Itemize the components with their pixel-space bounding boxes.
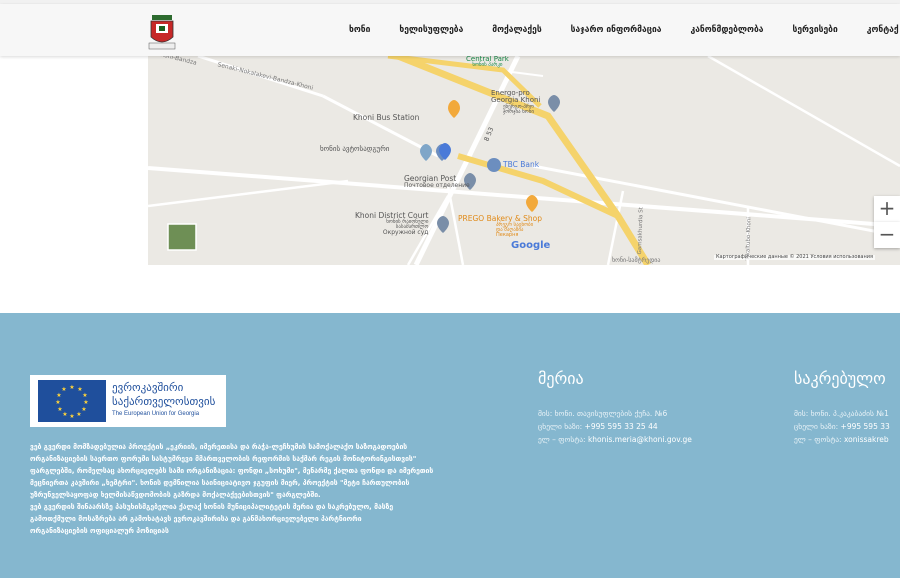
svg-text:★: ★ — [69, 384, 74, 391]
main-nav: ხონი ხელისუფლება მოქალაქეს საჯარო ინფორმ… — [349, 4, 900, 56]
map-label-energo[interactable]: Energo-pro Georgia Khoni ენერგო-პრო ჯორჯ… — [491, 89, 540, 115]
google-logo: Google — [511, 240, 551, 251]
svg-text:★: ★ — [56, 392, 61, 399]
eu-subtitle: The European Union for Georgia — [112, 411, 200, 417]
site-footer: ★ ★ ★ ★ ★ ★ ★ ★ ★ ★ ★ ★ ევროკავშირი საქართველოსთ… — [0, 313, 900, 578]
svg-text:★: ★ — [57, 406, 62, 413]
map-label-court[interactable]: Khoni District Court ხონის რაიონული სასა… — [355, 212, 428, 237]
eu-title-line1: ევროკავშირი — [112, 381, 184, 394]
disclaimer-line: ორგანიზაციების ოფიციალურ პოზიციას — [30, 527, 169, 535]
map-label-post[interactable]: Georgian Post Почтовое отделение — [404, 175, 470, 189]
svg-text:★: ★ — [82, 392, 87, 399]
meria-phone-label: ცხელი ხაზი: — [538, 422, 583, 431]
svg-text:★: ★ — [69, 413, 74, 420]
map-label-street-3: ხონი-სამტრედია — [612, 257, 661, 264]
map-attribution[interactable]: Картографические данные © 2021 Условия и… — [714, 254, 876, 261]
meria-email-label: ელ – ფოსტა: — [538, 435, 586, 444]
central-park-name-geo: ხონის პარკი — [472, 62, 503, 69]
disclaimer-line: ორგანიზაციების საერთო ფორუმი სასტუმრევი … — [30, 455, 417, 463]
eu-flag-icon: ★ ★ ★ ★ ★ ★ ★ ★ ★ ★ ★ ★ — [38, 380, 106, 422]
sakrebulo-address: მის: ხონი. პ.კაკაბაძის №1 — [794, 409, 889, 418]
svg-text:★: ★ — [62, 411, 67, 418]
map-label-bus-station[interactable]: Khoni Bus Station — [353, 114, 419, 122]
svg-text:★: ★ — [76, 411, 81, 418]
disclaimer-line: მეცნიერთა კავშირი „ხემტრი". ხონის დემნილ… — [30, 479, 410, 487]
disclaimer-line: ფარგლებში, რომელსაც ახორციელებს სამი ორგ… — [30, 467, 434, 475]
nav-government[interactable]: ხელისუფლება — [399, 25, 463, 35]
sakrebulo-email-label: ელ – ფოსტა: — [794, 435, 842, 444]
disclaimer-line: ვებ გვერდი მომზადებულია პროექტის „ეკრიის… — [30, 443, 408, 451]
eu-badge[interactable]: ★ ★ ★ ★ ★ ★ ★ ★ ★ ★ ★ ★ ევროკავშირი საქართველოსთ… — [30, 375, 226, 427]
site-header: ხონი ხელისუფლება მოქალაქეს საჯარო ინფორმ… — [0, 4, 900, 56]
map-label-tbc[interactable]: TBC Bank — [503, 161, 539, 169]
meria-address: მის: ხონი. თავისუფლების ქუჩა. №6 — [538, 409, 668, 418]
map-label-central-park[interactable]: Central Park ხონის პარკი — [466, 56, 509, 69]
svg-text:★: ★ — [61, 386, 66, 393]
meria-title: მერია — [538, 369, 584, 388]
post-name-ru: Почтовое отделение — [404, 181, 470, 189]
map-label-prego[interactable]: PREGO Bakery & Shop პრეგო საცხობი და მაღ… — [458, 215, 542, 239]
nav-citizen[interactable]: მოქალაქეს — [492, 25, 541, 35]
map-label-bus-station-geo[interactable]: ხონის ავტოსადგური — [320, 145, 389, 153]
meria-phone[interactable]: +995 595 33 25 44 — [585, 422, 658, 431]
nav-khoni[interactable]: ხონი — [349, 25, 370, 35]
sakrebulo-email-row: ელ – ფოსტა: xonissakreb — [794, 435, 889, 444]
meria-email-row: ელ – ფოსტა: khonis.meria@khoni.gov.ge — [538, 435, 692, 444]
sakrebulo-title: საკრებულო — [794, 369, 886, 388]
prego-name-ru: Пекарня — [496, 232, 519, 239]
municipality-logo[interactable] — [148, 13, 176, 51]
zoom-out-button[interactable]: − — [874, 222, 900, 248]
sakrebulo-phone[interactable]: +995 595 33 — [841, 422, 890, 431]
court-name-ru: Окружной суд — [382, 229, 429, 237]
zoom-in-button[interactable]: + — [874, 196, 900, 222]
svg-text:★: ★ — [83, 399, 88, 406]
sakrebulo-email-link[interactable]: xonissakreb — [844, 435, 889, 444]
energo-name-geo-2: ჯორჯია ხონი — [503, 108, 534, 115]
nav-legislation[interactable]: კანონმდებლობა — [690, 25, 763, 35]
sakrebulo-phone-label: ცხელი ხაზი: — [794, 422, 839, 431]
disclaimer-line: გამოთქმული მოსაზრება არ გამოხატავს ევროკ… — [30, 515, 362, 523]
svg-text:★: ★ — [81, 406, 86, 413]
sakrebulo-phone-row: ცხელი ხაზი: +995 595 33 — [794, 422, 890, 431]
disclaimer-line: უზრუნველსაყოფად ხელმისაწვდომობის გაზრდა … — [30, 491, 321, 499]
nav-contact[interactable]: კონტაქ — [867, 25, 899, 35]
disclaimer-line: ვებ გვერდის შინაარსზე პასუხისმგებელია ქა… — [30, 503, 394, 511]
meria-email-link[interactable]: khonis.meria@khoni.gov.ge — [588, 435, 692, 444]
nav-services[interactable]: სერვისები — [792, 25, 837, 35]
svg-text:★: ★ — [55, 399, 60, 406]
meria-phone-row: ცხელი ხაზი: +995 595 33 25 44 — [538, 422, 658, 431]
eu-disclaimer: ვებ გვერდი მომზადებულია პროექტის „ეკრიის… — [30, 441, 530, 537]
eu-title-line2: საქართველოსთვის — [112, 395, 216, 408]
google-map[interactable]: Senaki-Nokalakevi-Bandza-Khoni Khoni-Ban… — [148, 56, 900, 265]
nav-public-info[interactable]: საჯარო ინფორმაცია — [571, 25, 662, 35]
